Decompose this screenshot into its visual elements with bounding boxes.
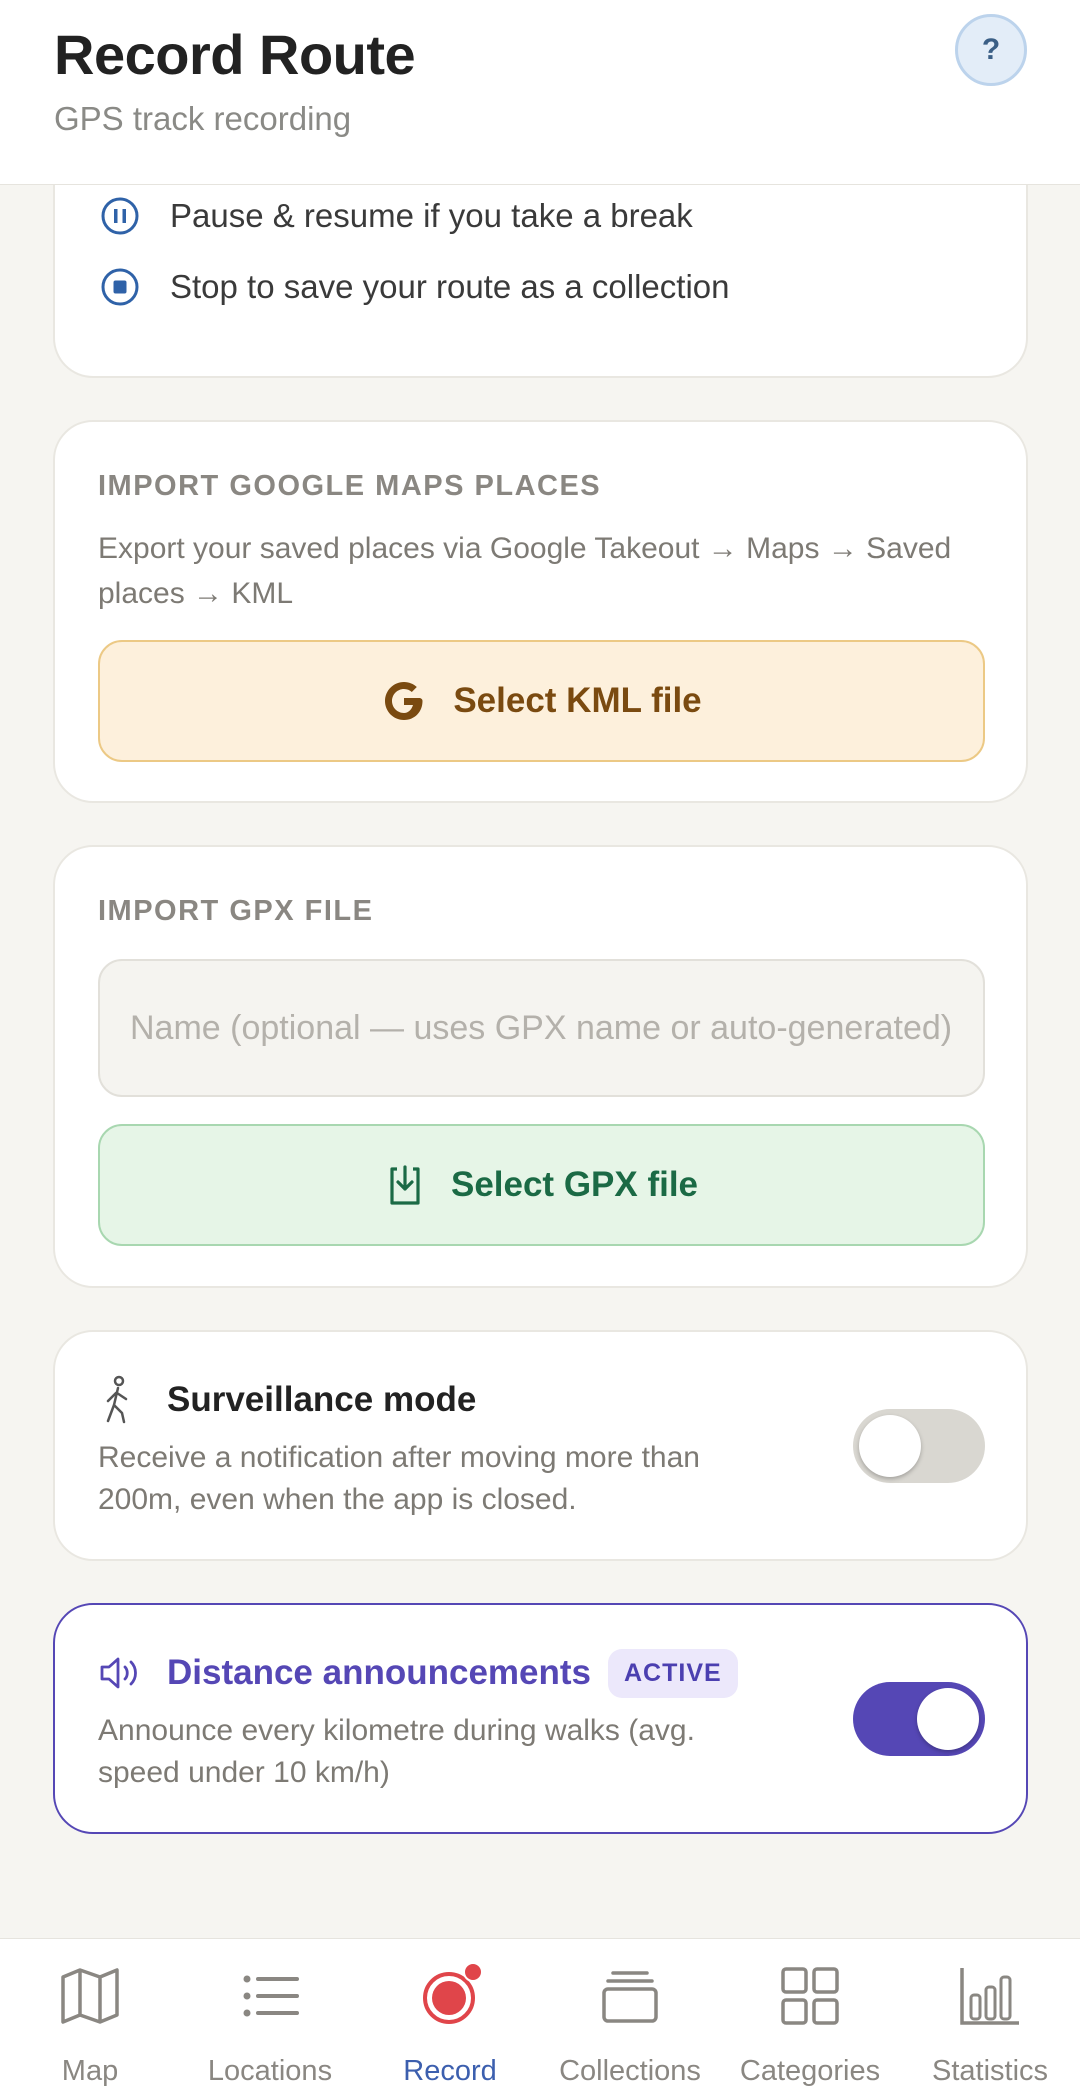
status-badge: ACTIVE [608,1649,738,1698]
record-icon [415,1961,485,2031]
nav-label: Collections [559,2055,701,2087]
bar-chart-icon [955,1961,1025,2031]
select-kml-button[interactable]: Select KML file [98,640,985,762]
nav-item-map[interactable]: Map [0,1939,180,2100]
section-label: IMPORT GPX FILE [98,895,374,927]
list-icon [235,1961,305,2031]
surveillance-toggle[interactable] [853,1409,985,1483]
page-title: Record Route [54,23,416,86]
file-download-icon [385,1163,425,1207]
stop-circle-icon [101,268,139,306]
walking-person-icon [106,1375,128,1424]
google-g-icon [381,678,427,724]
google-import-card: IMPORT GOOGLE MAPS PLACES Export your sa… [53,420,1028,803]
button-label: Select GPX file [450,1165,699,1204]
step-stop: Stop to save your route as a collection [100,267,730,307]
announcements-card: Distance announcements ACTIVE Announce e… [53,1603,1028,1834]
step-pause: Pause & resume if you take a break [100,196,693,236]
gpx-name-input[interactable] [98,959,985,1097]
surveillance-description: Receive a notification after moving more… [98,1441,700,1516]
section-label: IMPORT GOOGLE MAPS PLACES [98,470,602,502]
nav-label: Map [61,2055,119,2087]
nav-label: Record [403,2055,497,2087]
nav-label: Locations [207,2055,333,2087]
section-description: Export your saved places via Google Take… [98,532,952,610]
announcements-title: Distance announcements [167,1653,591,1692]
pause-circle-icon [101,197,139,235]
help-button[interactable]: ? [955,14,1027,86]
nav-item-record[interactable]: Record [360,1939,540,2100]
select-gpx-button[interactable]: Select GPX file [98,1124,985,1246]
grid-icon [775,1961,845,2031]
nav-item-categories[interactable]: Categories [720,1939,900,2100]
toggle-knob [859,1415,921,1477]
map-icon [55,1961,125,2031]
nav-label: Categories [739,2055,881,2087]
bottom-navigation: Map Locations Record Collections Categor… [0,1938,1080,2100]
button-label: Select KML file [453,681,702,720]
surveillance-card: Surveillance mode Receive a notification… [53,1330,1028,1561]
gpx-import-card: IMPORT GPX FILE Select GPX file [53,845,1028,1288]
announcements-toggle[interactable] [853,1682,985,1756]
nav-item-statistics[interactable]: Statistics [900,1939,1080,2100]
page-subtitle: GPS track recording [54,100,352,137]
speaker-icon [100,1657,137,1689]
announcements-description: Announce every kilometre during walks (a… [98,1714,695,1789]
app-header: Record Route GPS track recording ? [0,0,1080,185]
step-text: Stop to save your route as a collection [170,268,730,305]
surveillance-title: Surveillance mode [167,1380,477,1419]
nav-item-collections[interactable]: Collections [540,1939,720,2100]
step-text: Pause & resume if you take a break [170,197,693,234]
nav-label: Statistics [931,2055,1049,2087]
toggle-knob [917,1688,979,1750]
collections-icon [595,1961,665,2031]
nav-item-locations[interactable]: Locations [180,1939,360,2100]
